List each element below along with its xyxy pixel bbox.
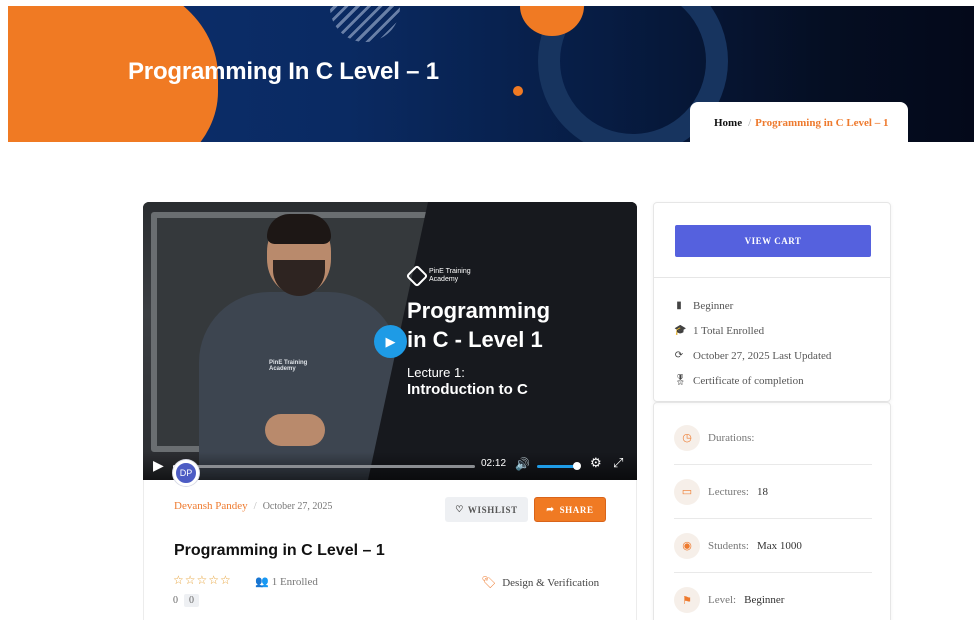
course-meta: Devansh Pandey / October 27, 2025: [174, 500, 332, 512]
share-icon: ➦: [546, 504, 555, 514]
breadcrumb: Home / Programming in C Level – 1: [690, 102, 908, 144]
stat-durations: ◷ Durations:: [674, 411, 872, 465]
video-controls: ▶ 02:12 🔊 ⚙ ⤢: [143, 452, 637, 480]
control-play-icon[interactable]: ▶: [153, 457, 164, 474]
enroll-panel: VIEW CART ▮ Beginner 🎓 1 Total Enrolled …: [653, 202, 891, 402]
enrolled-text: 1 Enrolled: [271, 575, 318, 588]
stat-lectures-value: 18: [756, 485, 768, 498]
breadcrumb-current: Programming in C Level – 1: [755, 117, 889, 129]
video-lecture-info: Lecture 1: Introduction to C: [407, 364, 607, 398]
info-level-text: Beginner: [693, 299, 734, 312]
stat-level-label: Level:: [708, 594, 737, 606]
stat-lectures: ▭ Lectures: 18: [674, 465, 872, 519]
volume-slider-thumb[interactable]: [573, 462, 581, 470]
hero-dot: [513, 86, 523, 96]
graduation-cap-icon: 🎓: [674, 325, 687, 336]
hoodie-logo-text: PinE Training Academy: [269, 360, 308, 372]
meta-separator: /: [253, 500, 257, 512]
info-updated: ⟳ October 27, 2025 Last Updated: [674, 343, 832, 368]
tag-icon: 🏷: [481, 575, 497, 589]
brand-logo-icon: [405, 264, 429, 288]
info-certificate: 🎖 Certificate of completion: [674, 368, 831, 393]
stat-level: ⚑ Level: Beginner: [674, 573, 872, 620]
breadcrumb-separator: /: [748, 117, 752, 129]
author-avatar[interactable]: DP: [173, 460, 199, 486]
share-label: SHARE: [559, 504, 594, 515]
enrolled-count: 👥 1 Enrolled: [255, 575, 318, 589]
clock-icon: ◷: [674, 424, 700, 451]
stat-durations-label: Durations:: [708, 431, 755, 444]
page-title: Programming In C Level – 1: [128, 58, 439, 85]
wishlist-button[interactable]: ♡ WISHLIST: [445, 497, 528, 522]
level-icon: ▮: [676, 300, 682, 311]
course-date: October 27, 2025: [262, 500, 333, 512]
stat-students-value: Max 1000: [756, 539, 802, 552]
folder-icon: ▭: [674, 478, 700, 505]
fullscreen-icon[interactable]: ⤢: [613, 455, 623, 471]
info-level: ▮ Beginner: [674, 293, 831, 318]
course-category: 🏷 Design & Verification: [481, 575, 599, 590]
rating-count: 0: [184, 594, 199, 607]
refresh-icon: ⟳: [674, 350, 684, 361]
rating-summary: 0 0: [173, 594, 199, 607]
heart-icon: ♡: [455, 504, 464, 514]
video-lecture-label: Lecture 1:: [407, 365, 465, 380]
info-enrolled-text: 1 Total Enrolled: [693, 324, 765, 337]
info-enrolled: 🎓 1 Total Enrolled: [674, 318, 831, 343]
brand-name: PinE Training Academy: [429, 268, 471, 283]
video-brand: PinE Training Academy: [405, 264, 471, 288]
video-slide-title: Programming in C - Level 1: [407, 298, 551, 352]
course-title: Programming in C Level – 1: [174, 542, 385, 559]
users-icon: 👥: [255, 576, 269, 588]
info-updated-text: October 27, 2025 Last Updated: [693, 349, 832, 362]
course-video-player[interactable]: PinE Training Academy PinE Training Acad…: [143, 202, 637, 480]
panel-divider: [654, 277, 890, 278]
info-certificate-text: Certificate of completion: [693, 374, 804, 387]
video-seek-bar[interactable]: [173, 465, 475, 468]
stat-level-value: Beginner: [744, 594, 785, 606]
video-presenter-hands: [265, 414, 325, 446]
view-cart-button[interactable]: VIEW CART: [675, 225, 871, 257]
wishlist-label: WISHLIST: [467, 504, 518, 515]
course-stats-panel: ◷ Durations: ▭ Lectures: 18 ◉ Students: …: [653, 402, 891, 620]
video-time: 02:12: [481, 458, 507, 469]
video-presenter-hair: [267, 214, 331, 244]
share-button[interactable]: ➦ SHARE: [534, 497, 606, 522]
rating-average: 0: [173, 595, 178, 606]
certificate-icon: 🎖: [674, 375, 687, 386]
hero-stripe-shape: [330, 6, 400, 42]
course-info-list: ▮ Beginner 🎓 1 Total Enrolled ⟳ October …: [674, 293, 831, 393]
video-lecture-title: Introduction to C: [407, 381, 528, 398]
author-link[interactable]: Devansh Pandey: [174, 500, 248, 512]
settings-gear-icon[interactable]: ⚙: [590, 455, 602, 471]
play-icon: ▶: [385, 333, 396, 349]
stat-students-label: Students:: [708, 539, 749, 552]
volume-icon[interactable]: 🔊: [515, 457, 530, 471]
flag-icon: ⚑: [674, 587, 700, 613]
stat-students: ◉ Students: Max 1000: [674, 519, 872, 573]
video-play-button[interactable]: ▶: [374, 325, 407, 358]
students-icon: ◉: [674, 532, 700, 559]
rating-stars: ☆☆☆☆☆: [173, 573, 232, 587]
category-link[interactable]: Design & Verification: [502, 577, 599, 589]
breadcrumb-home-link[interactable]: Home: [714, 117, 742, 129]
stat-lectures-label: Lectures:: [708, 485, 749, 498]
